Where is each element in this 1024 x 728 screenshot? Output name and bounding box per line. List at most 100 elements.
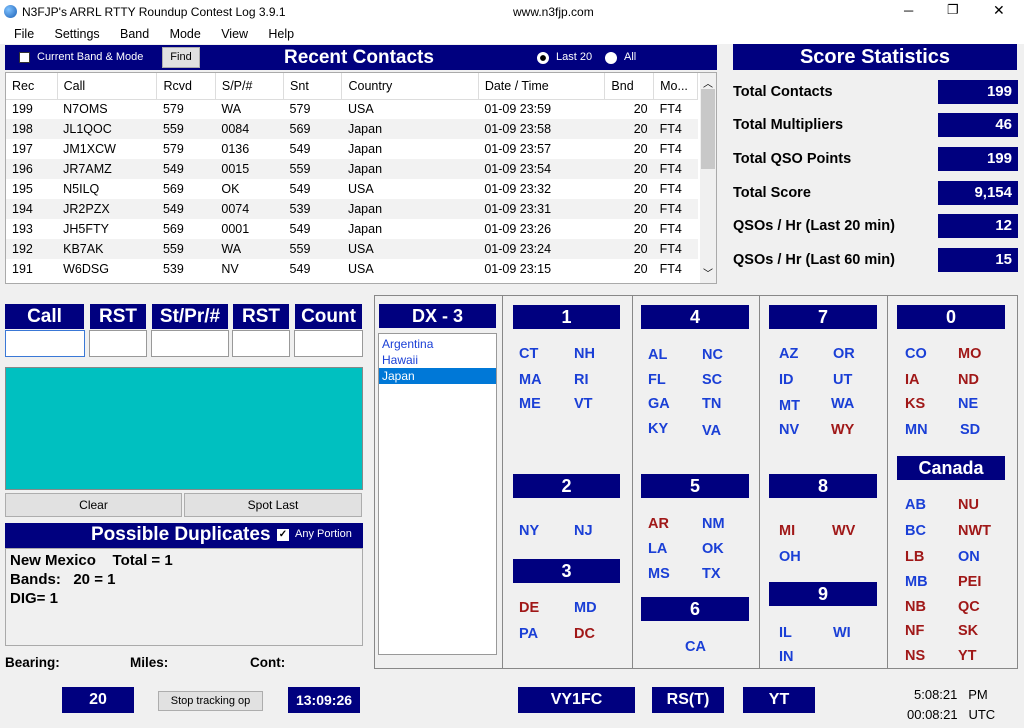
table-row[interactable]: 197 JM1XCW 579 0136 549 Japan 01-09 23:57 20 FT4 [6, 139, 698, 159]
section-ct[interactable]: CT [519, 346, 538, 362]
section-wy[interactable]: WY [831, 422, 854, 438]
any-portion-checkbox[interactable]: ✓ [277, 529, 289, 541]
section-mo[interactable]: MO [958, 346, 981, 362]
section-az[interactable]: AZ [779, 346, 798, 362]
section-pei[interactable]: PEI [958, 574, 981, 590]
section-ar[interactable]: AR [648, 516, 669, 532]
minimize-icon[interactable]: ─ [904, 3, 913, 18]
all-radio[interactable] [605, 52, 617, 64]
column-header[interactable]: Bnd [604, 73, 655, 100]
maximize-icon[interactable]: ❐ [947, 2, 959, 18]
column-header[interactable]: Snt [283, 73, 343, 100]
section-or[interactable]: OR [833, 346, 855, 362]
section-yt[interactable]: YT [958, 648, 977, 664]
section-nd[interactable]: ND [958, 372, 979, 388]
section-la[interactable]: LA [648, 541, 667, 557]
table-row[interactable]: 194 JR2PZX 549 0074 539 Japan 01-09 23:31 20 FT4 [6, 199, 698, 219]
scroll-down-icon[interactable]: ﹀ [703, 265, 713, 280]
section-ca[interactable]: CA [685, 639, 706, 655]
section-md[interactable]: MD [574, 600, 597, 616]
section-de[interactable]: DE [519, 600, 539, 616]
section-nv[interactable]: NV [779, 422, 799, 438]
section-on[interactable]: ON [958, 549, 980, 565]
section-oh[interactable]: OH [779, 549, 801, 565]
last20-radio[interactable] [537, 52, 549, 64]
my-call-display[interactable]: VY1FC [518, 687, 635, 713]
section-mn[interactable]: MN [905, 422, 928, 438]
section-va[interactable]: VA [702, 423, 721, 439]
section-ns[interactable]: NS [905, 648, 925, 664]
section-lb[interactable]: LB [905, 549, 924, 565]
section-me[interactable]: ME [519, 396, 541, 412]
my-state-display[interactable]: YT [743, 687, 815, 713]
section-in[interactable]: IN [779, 649, 794, 665]
section-nh[interactable]: NH [574, 346, 595, 362]
column-header[interactable]: Mo... [653, 73, 698, 100]
section-ks[interactable]: KS [905, 396, 925, 412]
section-vt[interactable]: VT [574, 396, 593, 412]
section-nm[interactable]: NM [702, 516, 725, 532]
section-ky[interactable]: KY [648, 421, 668, 437]
table-row[interactable]: 193 JH5FTY 569 0001 549 Japan 01-09 23:26 20 FT4 [6, 219, 698, 239]
table-row[interactable]: 191 W6DSG 539 NV 549 USA 01-09 23:15 20 FT4 [6, 259, 698, 279]
scroll-up-icon[interactable]: ︿ [703, 75, 713, 90]
section-sc[interactable]: SC [702, 372, 722, 388]
section-pa[interactable]: PA [519, 626, 538, 642]
section-ri[interactable]: RI [574, 372, 589, 388]
section-nb[interactable]: NB [905, 599, 926, 615]
table-row[interactable]: 195 N5ILQ 569 OK 549 USA 01-09 23:32 20 FT4 [6, 179, 698, 199]
section-mi[interactable]: MI [779, 523, 795, 539]
dx-item[interactable]: Argentina [379, 336, 496, 352]
section-wa[interactable]: WA [831, 396, 854, 412]
rst-sent-input[interactable] [89, 330, 147, 357]
table-row[interactable]: 192 KB7AK 559 WA 559 USA 01-09 23:24 20 FT4 [6, 239, 698, 259]
section-dc[interactable]: DC [574, 626, 595, 642]
section-fl[interactable]: FL [648, 372, 666, 388]
section-qc[interactable]: QC [958, 599, 980, 615]
section-mt[interactable]: MT [779, 398, 800, 414]
band-display[interactable]: 20 [62, 687, 134, 713]
section-ut[interactable]: UT [833, 372, 852, 388]
scroll-thumb[interactable] [701, 89, 715, 169]
section-ms[interactable]: MS [648, 566, 670, 582]
section-ga[interactable]: GA [648, 396, 670, 412]
section-wv[interactable]: WV [832, 523, 855, 539]
column-header[interactable]: Call [57, 73, 158, 100]
section-al[interactable]: AL [648, 347, 667, 363]
find-button[interactable]: Find [162, 47, 200, 68]
section-nc[interactable]: NC [702, 347, 723, 363]
dx-list[interactable]: Argentina Hawaii Japan [378, 333, 497, 655]
section-ia[interactable]: IA [905, 372, 920, 388]
column-header[interactable]: S/P/# [215, 73, 285, 100]
rst-display[interactable]: RS(T) [652, 687, 724, 713]
section-il[interactable]: IL [779, 625, 792, 641]
column-header[interactable]: Rec [6, 73, 58, 100]
menu-settings[interactable]: Settings [55, 24, 100, 44]
section-tn[interactable]: TN [702, 396, 721, 412]
section-mb[interactable]: MB [905, 574, 928, 590]
call-input[interactable] [5, 330, 85, 357]
section-ma[interactable]: MA [519, 372, 542, 388]
section-nf[interactable]: NF [905, 623, 924, 639]
section-ok[interactable]: OK [702, 541, 724, 557]
menu-view[interactable]: View [221, 24, 248, 44]
column-header[interactable]: Country [341, 73, 479, 100]
section-nwt[interactable]: NWT [958, 523, 991, 539]
menu-file[interactable]: File [14, 24, 34, 44]
section-tx[interactable]: TX [702, 566, 721, 582]
column-header[interactable]: Date / Time [478, 73, 606, 100]
table-row[interactable]: 198 JL1QOC 559 0084 569 Japan 01-09 23:58 20 FT4 [6, 119, 698, 139]
state-input[interactable] [151, 330, 229, 357]
section-nj[interactable]: NJ [574, 523, 593, 539]
table-row[interactable]: 196 JR7AMZ 549 0015 559 Japan 01-09 23:54 20 FT4 [6, 159, 698, 179]
section-ne[interactable]: NE [958, 396, 978, 412]
recent-contacts-grid[interactable]: Rec Call Rcvd S/P/# Snt Country Date / Time Bnd… [5, 72, 717, 284]
menu-help[interactable]: Help [268, 24, 294, 44]
section-wi[interactable]: WI [833, 625, 851, 641]
rst-rcvd-input[interactable] [232, 330, 290, 357]
clear-button[interactable]: Clear [5, 493, 182, 517]
table-row[interactable]: 199 N7OMS 579 WA 579 USA 01-09 23:59 20 FT4 [6, 99, 698, 119]
grid-scrollbar[interactable]: ︿ ﹀ [700, 73, 716, 283]
section-bc[interactable]: BC [905, 523, 926, 539]
section-ab[interactable]: AB [905, 497, 926, 513]
